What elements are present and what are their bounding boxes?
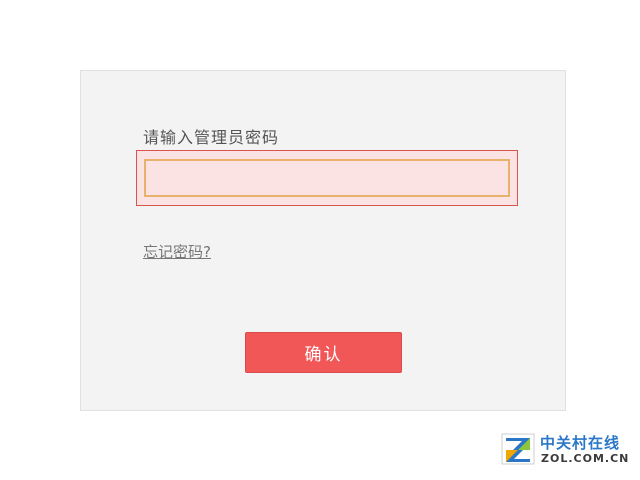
password-input[interactable] xyxy=(144,159,510,197)
watermark-brand-cn: 中关村在线 xyxy=(540,434,621,452)
login-panel: 请输入管理员密码 忘记密码? 确认 xyxy=(80,70,566,411)
zol-watermark: 中关村在线 ZOL.COM.CN xyxy=(500,430,636,470)
watermark-brand-en: ZOL.COM.CN xyxy=(541,452,630,465)
password-field-error-frame xyxy=(136,150,518,206)
page: 请输入管理员密码 忘记密码? 确认 中关村在线 ZOL.COM.CN xyxy=(0,0,640,480)
password-prompt-label: 请输入管理员密码 xyxy=(143,128,280,147)
confirm-button[interactable]: 确认 xyxy=(245,332,402,373)
zol-logo-icon xyxy=(501,433,535,465)
forgot-password-link[interactable]: 忘记密码? xyxy=(143,241,211,262)
